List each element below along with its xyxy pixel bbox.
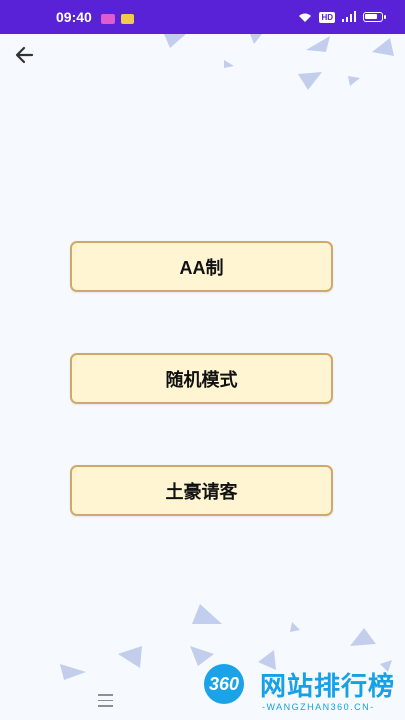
signal-icon	[341, 11, 357, 23]
status-indicators: HD	[297, 11, 386, 23]
watermark-url: -WANGZHAN360.CN-	[262, 702, 375, 712]
battery-icon	[363, 12, 386, 22]
watermark-logo: 360	[204, 664, 244, 704]
wifi-icon	[297, 11, 313, 23]
status-time: 09:40	[56, 9, 92, 25]
hd-badge: HD	[319, 11, 335, 23]
menu-lines-icon[interactable]	[98, 694, 113, 708]
battery-level	[365, 14, 377, 19]
aa-split-button[interactable]: AA制	[70, 241, 333, 292]
treat-mode-button[interactable]: 土豪请客	[70, 465, 333, 516]
notification-mail-icon	[121, 14, 134, 24]
random-mode-button[interactable]: 随机模式	[70, 353, 333, 404]
notification-app-icon	[101, 14, 115, 24]
back-button[interactable]	[12, 42, 38, 68]
status-bar: 09:40 HD	[0, 0, 405, 34]
mode-menu: AA制 随机模式 土豪请客	[0, 0, 405, 720]
watermark-title: 网站排行榜	[260, 671, 396, 701]
watermark: 360 网站排行榜 -WANGZHAN360.CN-	[196, 660, 405, 720]
